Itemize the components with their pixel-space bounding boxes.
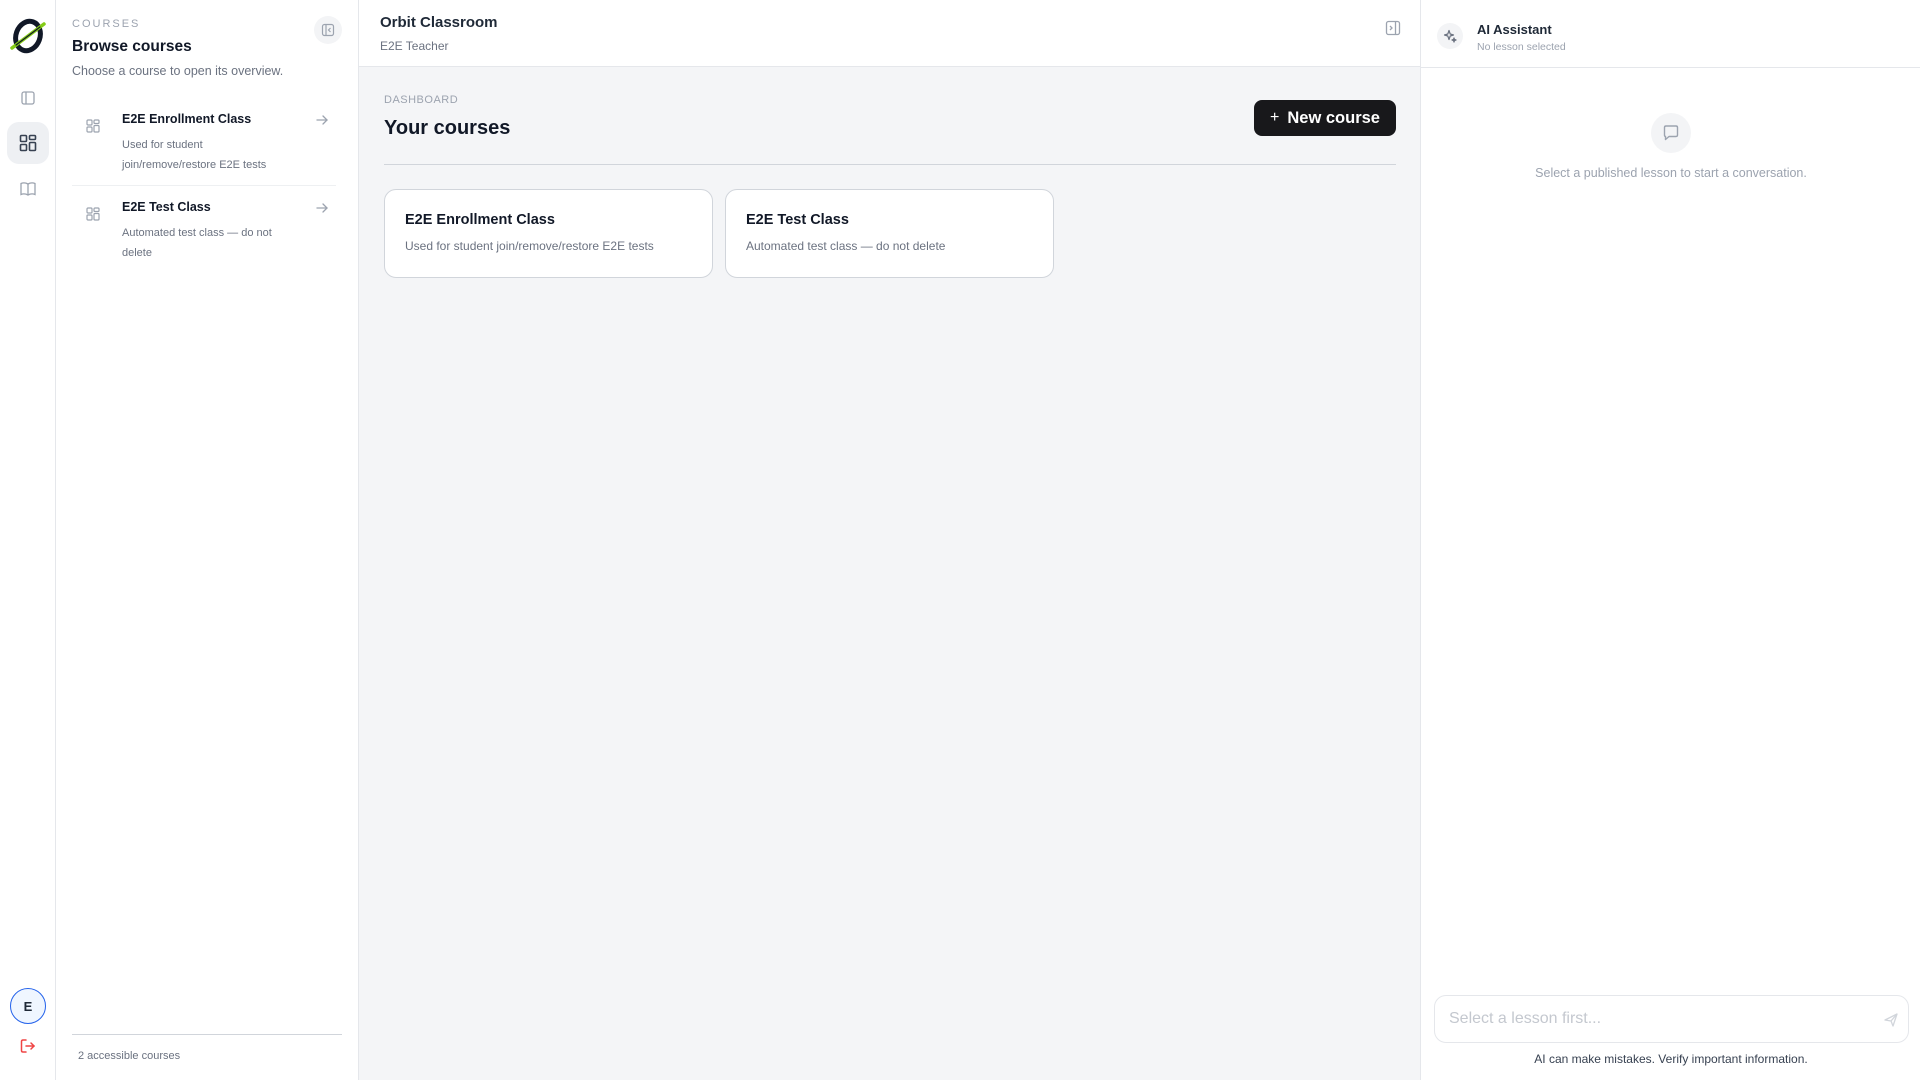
course-grid-icon <box>85 206 101 222</box>
logout-icon[interactable] <box>18 1036 38 1056</box>
ai-assistant-panel: AI Assistant No lesson selected Select a… <box>1420 0 1920 1080</box>
courses-panel-title: Browse courses <box>72 38 192 55</box>
plus-icon: + <box>1270 109 1280 126</box>
course-list-item-name: E2E Test Class <box>122 200 211 214</box>
ai-disclaimer: AI can make mistakes. Verify important i… <box>1534 1052 1808 1066</box>
app-title: Orbit Classroom <box>380 14 498 31</box>
course-card-description: Used for student join/remove/restore E2E… <box>405 239 654 253</box>
courses-panel: COURSES Browse courses Choose a course t… <box>56 0 359 1080</box>
collapse-panel-button[interactable] <box>314 16 342 44</box>
main-content: Orbit Classroom E2E Teacher DASHBOARD Yo… <box>359 0 1420 1080</box>
chat-bubble-icon <box>1651 113 1691 153</box>
app-logo-icon[interactable] <box>8 18 48 54</box>
course-card-description: Automated test class — do not delete <box>746 239 946 253</box>
new-course-button-label: New course <box>1287 108 1380 127</box>
course-card[interactable]: E2E Test Class Automated test class — do… <box>725 189 1054 278</box>
courses-panel-subtitle: Choose a course to open its overview. <box>72 64 284 78</box>
assistant-status: No lesson selected <box>1477 41 1566 53</box>
arrow-right-icon <box>314 112 330 128</box>
course-list-item[interactable]: E2E Test Class Automated test class — do… <box>72 196 336 274</box>
top-bar: Orbit Classroom E2E Teacher <box>359 0 1420 67</box>
course-list-item-description: Used for student join/remove/restore E2E… <box>122 139 267 171</box>
course-list-item-description: Automated test class — do not delete <box>122 227 272 259</box>
assistant-title: AI Assistant <box>1477 22 1552 37</box>
course-card-name: E2E Enrollment Class <box>405 212 555 228</box>
course-card-name: E2E Test Class <box>746 212 849 228</box>
course-card[interactable]: E2E Enrollment Class Used for student jo… <box>384 189 713 278</box>
dashboard-divider <box>384 164 1396 165</box>
send-icon[interactable] <box>1883 1012 1899 1028</box>
user-role: E2E Teacher <box>380 39 449 53</box>
user-avatar[interactable]: E <box>10 988 46 1024</box>
course-list-item-name: E2E Enrollment Class <box>122 112 252 126</box>
book-icon[interactable] <box>7 168 49 210</box>
accessible-courses-count: 2 accessible courses <box>78 1050 181 1062</box>
sparkles-icon <box>1437 23 1463 49</box>
assistant-header: AI Assistant No lesson selected <box>1421 0 1920 68</box>
course-grid-icon <box>85 118 101 134</box>
page-title: Your courses <box>384 117 511 139</box>
dashboard-grid-icon[interactable] <box>7 122 49 164</box>
course-list-item[interactable]: E2E Enrollment Class Used for student jo… <box>72 108 336 186</box>
courses-eyebrow: COURSES <box>72 18 141 30</box>
panel-footer-divider <box>72 1034 342 1035</box>
dashboard-eyebrow: DASHBOARD <box>384 94 459 106</box>
sidebar-toggle-icon[interactable] <box>7 77 49 119</box>
new-course-button[interactable]: + New course <box>1254 100 1396 136</box>
toggle-assistant-panel-icon[interactable] <box>1384 19 1402 37</box>
chat-input[interactable] <box>1434 995 1909 1043</box>
assistant-empty-message: Select a published lesson to start a con… <box>1535 166 1807 180</box>
icon-rail: E <box>0 0 56 1080</box>
arrow-right-icon <box>314 200 330 216</box>
